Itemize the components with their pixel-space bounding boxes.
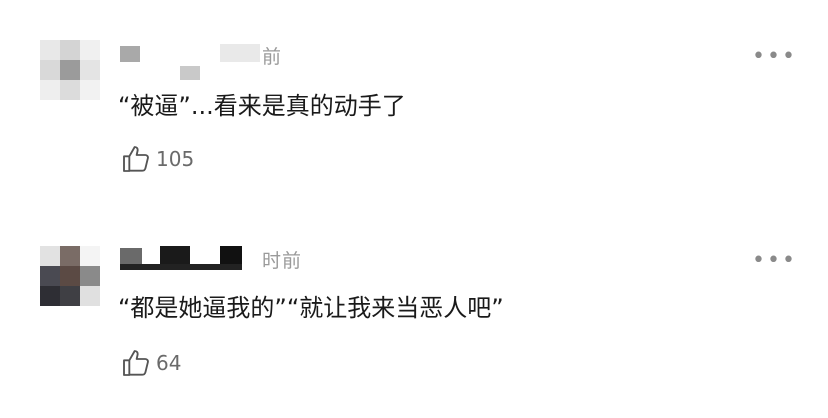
like-button[interactable]: 105 [120, 142, 194, 176]
comment-time: 前 [262, 46, 283, 68]
more-dots-icon[interactable]: ••• [752, 46, 797, 68]
comment-text: “都是她逼我的”“就让我来当恶人吧” [118, 294, 504, 322]
thumbs-up-icon [123, 146, 149, 172]
like-count: 105 [156, 147, 195, 171]
more-dots-icon[interactable]: ••• [752, 250, 797, 272]
comment-item: 时前 ••• “都是她逼我的”“就让我来当恶人吧” 64 [0, 206, 828, 406]
like-count: 64 [156, 351, 182, 375]
comment-item: 前 ••• “被逼”...看来是真的动手了 105 [0, 0, 828, 200]
avatar[interactable] [40, 246, 102, 308]
avatar[interactable] [40, 40, 102, 102]
comment-text: “被逼”...看来是真的动手了 [118, 92, 406, 120]
thumbs-up-icon [123, 350, 149, 376]
like-button[interactable]: 64 [120, 346, 181, 380]
comment-time: 时前 [262, 250, 303, 272]
